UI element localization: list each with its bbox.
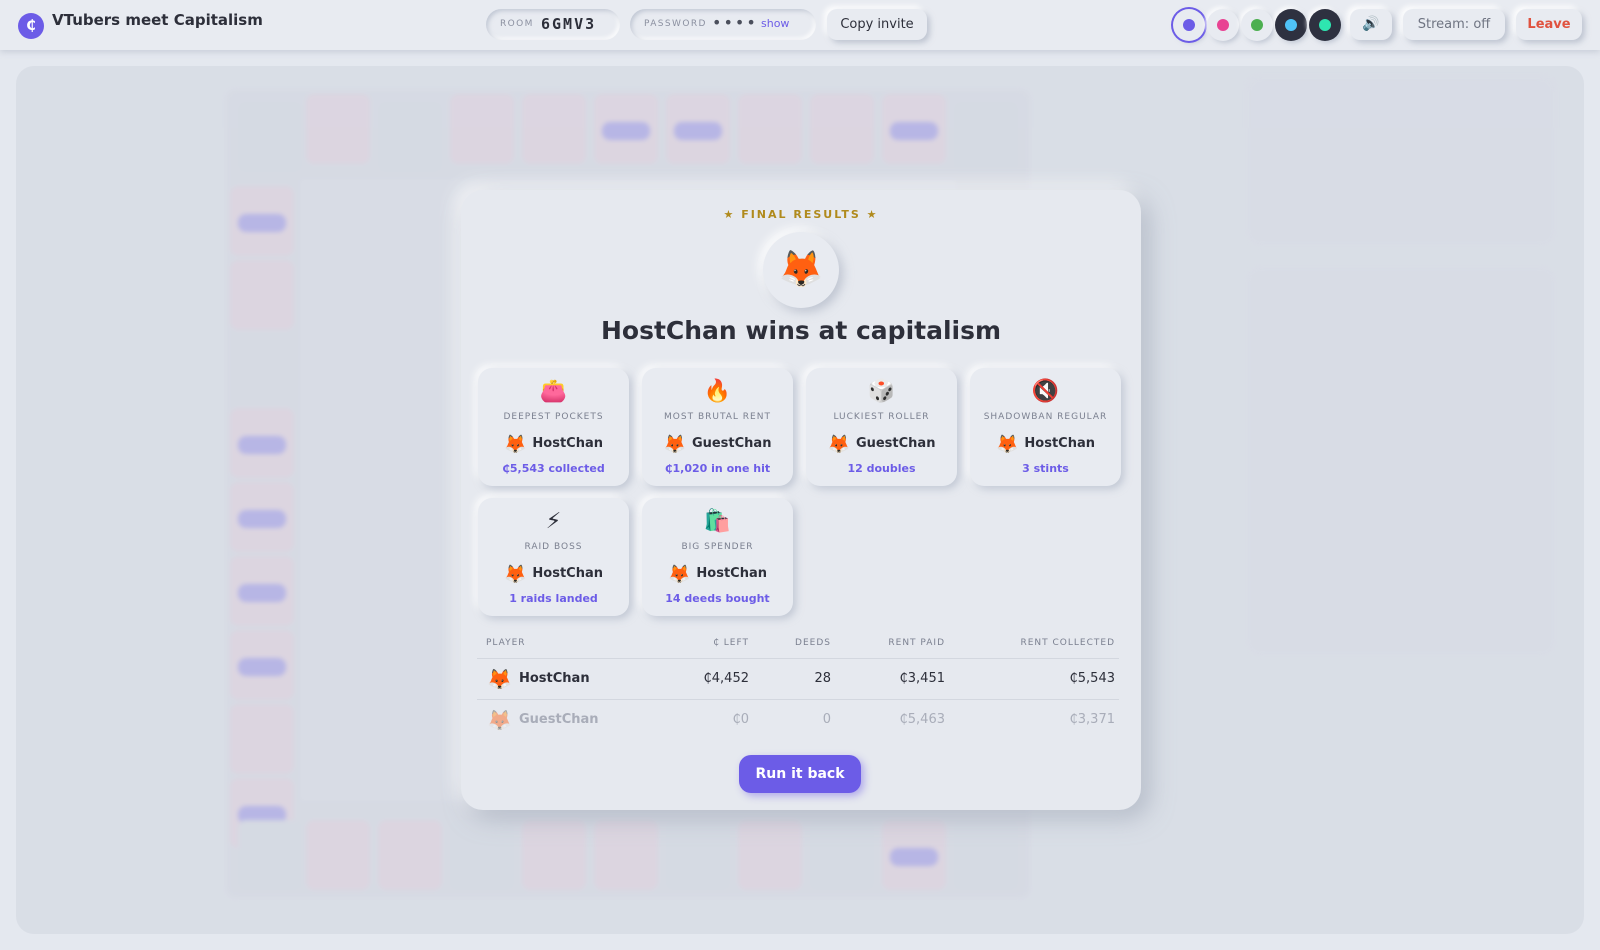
final-results-kicker: ★ FINAL RESULTS ★ — [723, 208, 879, 221]
award-title: LUCKIEST ROLLER — [833, 412, 930, 422]
award-player-name: GuestChan — [855, 436, 936, 451]
col-header-player: PLAYER — [486, 638, 526, 648]
deeds-count: 28 — [814, 671, 831, 686]
table-row: 🦊 HostChan ₵4,452 28 ₵3,451 ₵5,543 — [477, 658, 1119, 698]
award-stat: ₵1,020 in one hit — [664, 462, 771, 475]
fox-avatar-icon: 🦊 — [503, 434, 527, 455]
money-left: ₵0 — [732, 712, 749, 727]
award-card-deepest-pockets: 👛 DEEPEST POCKETS 🦊 HostChan ₵5,543 colle… — [478, 368, 629, 486]
award-player-name: HostChan — [1024, 436, 1095, 451]
final-results-modal: ★ FINAL RESULTS ★ 🦊 HostChan wins at cap… — [461, 190, 1141, 810]
award-player-name: HostChan — [532, 436, 603, 451]
dice-icon: 🎲 — [867, 379, 896, 404]
avatar-color-purple[interactable] — [1173, 9, 1205, 41]
award-player-name: HostChan — [696, 566, 767, 581]
run-it-back-button[interactable]: Run it back — [739, 755, 861, 793]
award-player-name: HostChan — [532, 566, 603, 581]
col-header-rent-paid: RENT PAID — [888, 638, 945, 648]
award-title: MOST BRUTAL RENT — [664, 412, 771, 422]
lightning-icon: ⚡ — [545, 509, 562, 534]
shopping-bags-icon: 🛍️ — [703, 509, 732, 534]
award-winner: 🦊 HostChan — [478, 434, 629, 455]
password-label: PASSWORD — [644, 19, 707, 29]
room-label: ROOM — [500, 19, 534, 29]
rent-collected: ₵5,543 — [1069, 671, 1116, 686]
rent-paid: ₵3,451 — [899, 671, 946, 686]
fox-avatar-icon: 🦊 — [487, 708, 512, 732]
award-stat: 1 raids landed — [509, 592, 598, 605]
deeds-count: 0 — [822, 712, 831, 727]
winner-headline: HostChan wins at capitalism — [600, 316, 1002, 345]
color-dot — [1183, 19, 1195, 31]
fire-icon: 🔥 — [703, 379, 732, 404]
award-winner: 🦊 HostChan — [642, 564, 793, 585]
award-winner: 🦊 HostChan — [970, 434, 1121, 455]
color-dot — [1285, 19, 1297, 31]
table-row: 🦊 GuestChan ₵0 0 ₵5,463 ₵3,371 — [477, 699, 1119, 739]
color-dot — [1319, 19, 1331, 31]
player-name: GuestChan — [519, 712, 599, 727]
app-logo-icon: ₵ — [18, 13, 44, 39]
award-stat: 3 stints — [1022, 462, 1069, 475]
award-winner: 🦊 GuestChan — [806, 434, 957, 455]
top-bar: ₵ VTubers meet Capitalism ROOM 6GMV3 PAS… — [0, 0, 1600, 50]
award-card-luckiest-roller: 🎲 LUCKIEST ROLLER 🦊 GuestChan 12 doubles — [806, 368, 957, 486]
player-name: HostChan — [519, 671, 590, 686]
purse-icon: 👛 — [539, 379, 568, 404]
color-dot — [1217, 19, 1229, 31]
winner-fox-avatar-icon: 🦊 — [763, 232, 839, 308]
award-title: SHADOWBAN REGULAR — [983, 412, 1108, 422]
fox-avatar-icon: 🦊 — [667, 564, 691, 585]
fox-avatar-icon: 🦊 — [663, 434, 686, 455]
money-left: ₵4,452 — [703, 671, 750, 686]
col-header-money-left: ₵ LEFT — [713, 638, 749, 648]
fox-avatar-icon: 🦊 — [503, 564, 527, 585]
col-header-deeds: DEEDS — [795, 638, 831, 648]
award-player-name: GuestChan — [691, 436, 772, 451]
copy-invite-button[interactable]: Copy invite — [827, 9, 927, 40]
muted-speaker-icon: 🔇 — [1031, 379, 1060, 404]
speaker-icon: 🔊 — [1362, 16, 1380, 32]
award-title: BIG SPENDER — [681, 542, 754, 552]
rent-collected: ₵3,371 — [1069, 712, 1116, 727]
sound-toggle-button[interactable]: 🔊 — [1350, 9, 1392, 40]
show-password-link[interactable]: show — [761, 17, 789, 30]
award-stat: 14 deeds bought — [665, 592, 770, 605]
room-code-pill: ROOM 6GMV3 — [486, 9, 620, 40]
award-card-big-spender: 🛍️ BIG SPENDER 🦊 HostChan 14 deeds bought — [642, 498, 793, 616]
award-card-raid-boss: ⚡ RAID BOSS 🦊 HostChan 1 raids landed — [478, 498, 629, 616]
fox-avatar-icon: 🦊 — [995, 434, 1019, 455]
award-stat: ₵5,543 collected — [502, 462, 605, 475]
leave-button[interactable]: Leave — [1516, 9, 1582, 40]
room-code: 6GMV3 — [541, 15, 597, 33]
password-pill: PASSWORD •••• show — [630, 9, 816, 40]
fox-avatar-icon: 🦊 — [487, 667, 512, 691]
award-card-most-brutal-rent: 🔥 MOST BRUTAL RENT 🦊 GuestChan ₵1,020 in … — [642, 368, 793, 486]
award-card-shadowban-regular: 🔇 SHADOWBAN REGULAR 🦊 HostChan 3 stints — [970, 368, 1121, 486]
stream-toggle-button[interactable]: Stream: off — [1403, 9, 1505, 40]
award-stat: 12 doubles — [847, 462, 916, 475]
color-dot — [1251, 19, 1263, 31]
fox-avatar-icon: 🦊 — [827, 434, 850, 455]
avatar-color-teal[interactable] — [1309, 9, 1341, 41]
award-title: DEEPEST POCKETS — [503, 412, 604, 422]
avatar-color-cyan[interactable] — [1275, 9, 1307, 41]
award-winner: 🦊 HostChan — [478, 564, 629, 585]
award-winner: 🦊 GuestChan — [642, 434, 793, 455]
password-mask: •••• — [712, 13, 758, 32]
avatar-color-pink[interactable] — [1207, 9, 1239, 41]
award-title: RAID BOSS — [524, 542, 583, 552]
rent-paid: ₵5,463 — [899, 712, 946, 727]
col-header-rent-collected: RENT COLLECTED — [1020, 638, 1115, 648]
avatar-color-green[interactable] — [1241, 9, 1273, 41]
app-title: VTubers meet Capitalism — [52, 11, 263, 29]
